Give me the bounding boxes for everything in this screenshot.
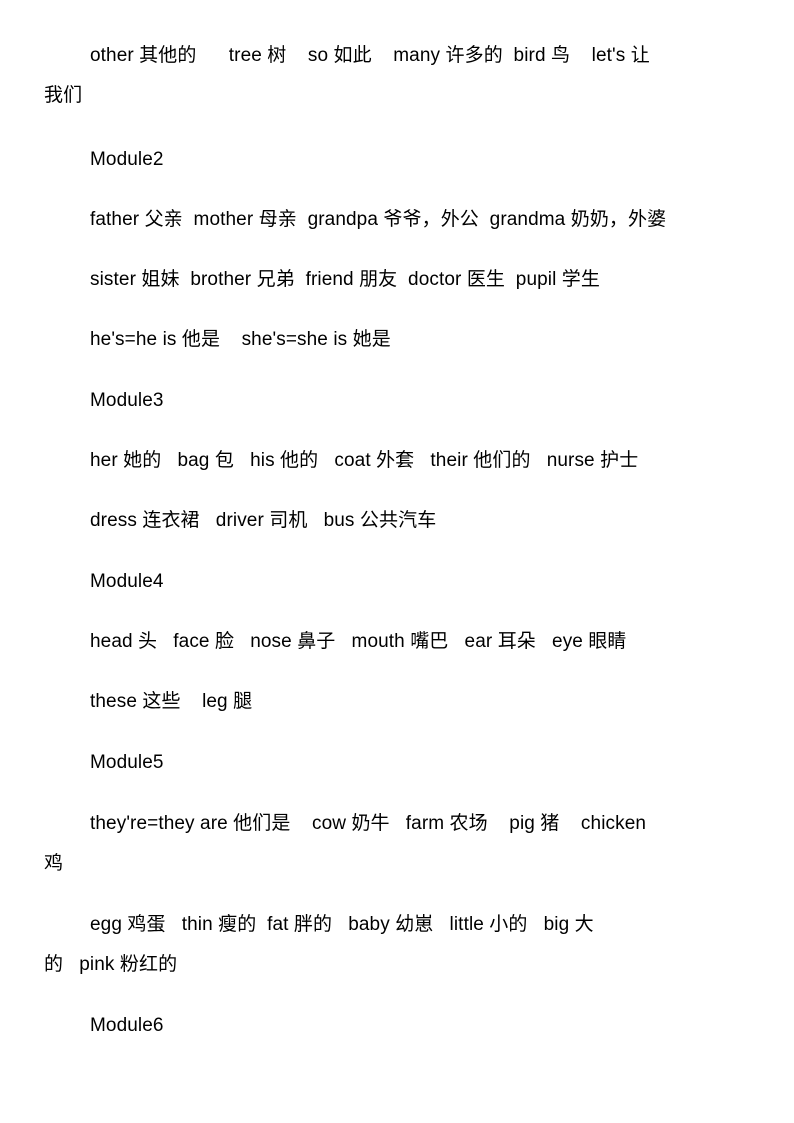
vocab-line: these 这些 leg 腿 bbox=[90, 691, 253, 712]
vocab-line: father 父亲 mother 母亲 grandpa 爷爷，外公 grandm… bbox=[90, 209, 667, 230]
vocab-line: her 她的 bag 包 his 他的 coat 外套 their 他们的 nu… bbox=[90, 450, 639, 471]
vocab-line: head 头 face 脸 nose 鼻子 mouth 嘴巴 ear 耳朵 ey… bbox=[90, 631, 627, 652]
vocab-line: egg 鸡蛋 thin 瘦的 fat 胖的 baby 幼崽 little 小的 … bbox=[90, 914, 594, 935]
vocab-line: he's=he is 他是 she's=she is 她是 bbox=[90, 329, 391, 350]
vocab-line-continuation: 的 pink 粉红的 bbox=[44, 954, 178, 975]
vocab-line: dress 连衣裙 driver 司机 bus 公共汽车 bbox=[90, 510, 437, 531]
module-heading-module5-heading: Module5 bbox=[90, 752, 164, 773]
vocab-line-continuation: 鸡 bbox=[44, 853, 64, 874]
module-heading-module4-heading: Module4 bbox=[90, 571, 164, 592]
document-page: other 其他的 tree 树 so 如此 many 许多的 bird 鸟 l… bbox=[0, 0, 794, 1123]
vocab-line: they're=they are 他们是 cow 奶牛 farm 农场 pig … bbox=[90, 813, 647, 834]
module-heading-module6-heading: Module6 bbox=[90, 1015, 164, 1036]
vocab-line-continuation: 我们 bbox=[44, 85, 83, 106]
module-heading-module2-heading: Module2 bbox=[90, 149, 164, 170]
vocab-line: sister 姐妹 brother 兄弟 friend 朋友 doctor 医生… bbox=[90, 269, 600, 290]
module-heading-module3-heading: Module3 bbox=[90, 390, 164, 411]
vocab-line: other 其他的 tree 树 so 如此 many 许多的 bird 鸟 l… bbox=[90, 45, 650, 66]
